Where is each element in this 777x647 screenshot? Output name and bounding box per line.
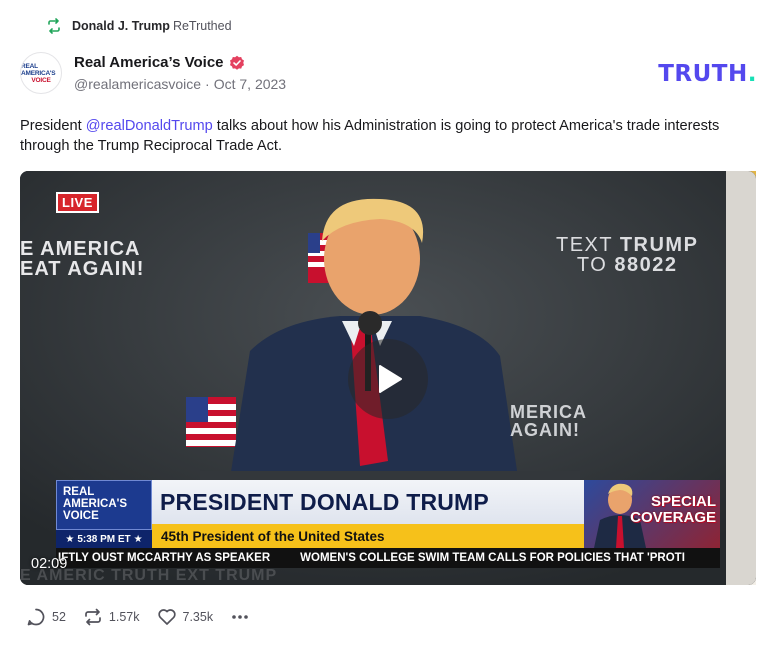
post-actions: 52 1.57k 7.35k — [26, 607, 267, 627]
heart-icon — [157, 609, 176, 625]
meta-separator: · — [205, 76, 210, 92]
network-logo-line1: REAL — [63, 486, 95, 498]
backdrop-bottom-text: E AMERIC TRUTH EXT TRUMP — [20, 567, 278, 584]
author-display-name[interactable]: Real America’s Voice — [74, 54, 224, 71]
more-icon — [232, 615, 248, 619]
backdrop-number: 88022 — [614, 254, 678, 276]
like-count: 7.35k — [182, 610, 214, 624]
truth-logo-text: TRUTH — [658, 61, 748, 87]
video-player[interactable]: LIVE E AMERICA EAT AGAIN! TEXT TRUMP TO … — [20, 171, 756, 585]
news-lower-third: REAL AMERICA'S VOICE ★ 5:38 PM ET ★ PRESID… — [56, 480, 720, 550]
retruth-count: 1.57k — [108, 610, 140, 624]
special-coverage-label: SPECIAL COVERAGE — [630, 494, 716, 526]
play-icon — [379, 365, 402, 393]
retruth-user-name[interactable]: Donald J. Trump — [72, 19, 170, 33]
more-options-button[interactable] — [230, 607, 250, 627]
lower-third-subline: 45th President of the United States — [152, 524, 584, 548]
network-logo-line3: VOICE — [63, 510, 99, 522]
special-coverage-line1: SPECIAL — [650, 493, 716, 510]
backdrop-slogan-left: E AMERICA EAT AGAIN! — [20, 239, 144, 279]
backdrop-slogan-mid: MERICA AGAIN! — [510, 403, 587, 439]
ticker-item: WOMEN'S COLLEGE SWIM TEAM CALLS FOR POLI… — [300, 552, 685, 564]
backdrop-to-word: TO — [576, 254, 615, 276]
author-handle[interactable]: @realamericasvoice — [74, 76, 201, 92]
special-coverage-line2: COVERAGE — [630, 509, 716, 526]
backdrop-slogan-right: TEXT TRUMP TO 88022 — [556, 235, 698, 275]
retruth-header: Donald J. Trump ReTruthed — [46, 18, 232, 34]
play-button[interactable] — [348, 339, 428, 419]
news-ticker: IFTLY OUST MCCARTHY AS SPEAKER WOMEN'S C… — [56, 548, 720, 568]
post-date[interactable]: Oct 7, 2023 — [214, 76, 286, 92]
reply-count: 52 — [52, 610, 66, 624]
star-icon: ★ — [133, 533, 143, 545]
backdrop-slogan-mid-line1: MERICA — [510, 402, 587, 422]
avatar[interactable]: REAL AMERICA'S VOICE — [20, 52, 62, 94]
broadcast-time-text: 5:38 PM ET — [77, 533, 131, 545]
verified-badge-icon — [229, 55, 245, 71]
backdrop-slogan-mid-line2: AGAIN! — [510, 420, 580, 440]
video-duration: 02:09 — [31, 556, 68, 572]
post-author: REAL AMERICA'S VOICE Real America’s Voic… — [20, 52, 286, 94]
backdrop-slogan-left-line1: E AMERICA — [20, 238, 141, 260]
avatar-text-line1: REAL AMERICA'S — [21, 62, 56, 77]
retruth-icon — [46, 18, 62, 34]
reply-button[interactable]: 52 — [26, 607, 66, 627]
star-icon: ★ — [65, 533, 75, 545]
avatar-text-line2: VOICE — [31, 76, 51, 84]
special-coverage-graphic: SPECIAL COVERAGE — [584, 480, 720, 548]
backdrop-text-word: TEXT — [556, 234, 620, 256]
live-badge: LIVE — [56, 192, 99, 213]
network-logo-line2: AMERICA'S — [63, 498, 128, 510]
broadcast-time: ★ 5:38 PM ET ★ — [56, 530, 152, 548]
reply-icon — [27, 608, 45, 626]
post-body: President @realDonaldTrump talks about h… — [20, 116, 750, 156]
like-button[interactable]: 7.35k — [157, 607, 214, 627]
ticker-item: IFTLY OUST MCCARTHY AS SPEAKER — [58, 552, 271, 564]
retruth-button[interactable]: 1.57k — [83, 607, 140, 627]
truth-logo[interactable]: TRUTH. — [658, 61, 757, 87]
retruth-icon — [85, 608, 101, 626]
post-text-before: President — [20, 118, 86, 134]
retruth-action-label: ReTruthed — [172, 19, 232, 33]
mention-link[interactable]: @realDonaldTrump — [86, 118, 213, 134]
backdrop-slogan-left-line2: EAT AGAIN! — [20, 258, 145, 280]
network-logo: REAL AMERICA'S VOICE — [56, 480, 152, 530]
truth-logo-dot: . — [747, 61, 757, 87]
backdrop-trump-word: TRUMP — [619, 234, 699, 256]
lower-third-headline: PRESIDENT DONALD TRUMP — [152, 480, 584, 524]
